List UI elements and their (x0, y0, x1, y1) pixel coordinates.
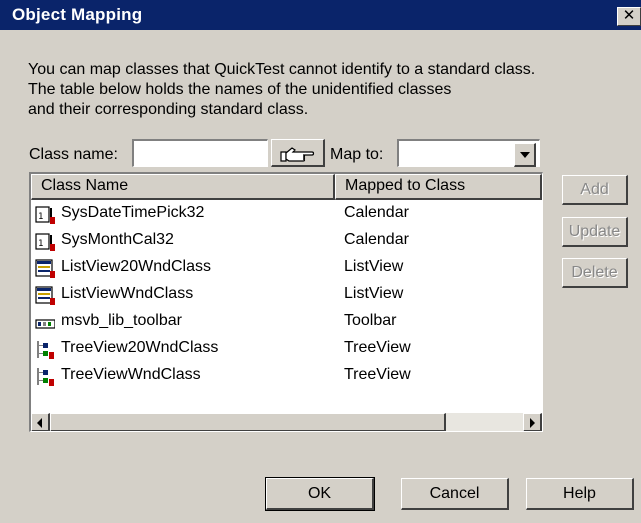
table-row[interactable]: 1 SysDateTimePick32 Calendar (31, 201, 531, 228)
column-header-class-name[interactable]: Class Name (31, 174, 335, 200)
svg-text:1: 1 (38, 239, 43, 249)
table-row[interactable]: ListViewWndClass ListView (31, 282, 531, 309)
window-title: Object Mapping (12, 5, 143, 24)
class-name-cell: SysDateTimePick32 (61, 204, 205, 221)
calendar-icon: 1 (35, 206, 55, 224)
pointing-hand-button[interactable] (271, 139, 325, 167)
scroll-left-button[interactable] (31, 413, 50, 431)
treeview-icon (37, 368, 54, 386)
pointing-hand-icon (279, 146, 314, 162)
listview-icon (35, 259, 55, 278)
object-mapping-dialog: Object Mapping ✕ You can map classes tha… (0, 0, 641, 523)
mapped-to-cell: Toolbar (344, 312, 397, 329)
calendar-icon: 1 (35, 233, 55, 251)
mapped-to-cell: TreeView (344, 366, 411, 383)
ok-button[interactable]: OK (265, 477, 375, 511)
mapped-to-cell: ListView (344, 258, 404, 275)
close-button[interactable]: ✕ (617, 7, 641, 26)
class-name-label: Class name: (29, 146, 118, 163)
class-name-input[interactable] (132, 139, 268, 167)
class-name-cell: msvb_lib_toolbar (61, 312, 182, 329)
mapped-to-cell: ListView (344, 285, 404, 302)
scroll-right-button[interactable] (523, 413, 542, 431)
class-name-cell: ListViewWndClass (61, 285, 194, 302)
description: You can map classes that QuickTest canno… (28, 60, 618, 120)
title-bar: Object Mapping ✕ (0, 0, 641, 30)
description-line-3: and their corresponding standard class. (28, 101, 309, 118)
description-line-2: The table below holds the names of the u… (28, 81, 452, 98)
class-mapping-table[interactable]: Class Name Mapped to Class 1 SysDateTimeP… (29, 172, 543, 432)
help-button[interactable]: Help (526, 478, 634, 510)
table-row[interactable]: ListView20WndClass ListView (31, 255, 531, 282)
map-to-label: Map to: (330, 146, 384, 163)
add-button[interactable]: Add (562, 175, 628, 205)
mapped-to-cell: Calendar (344, 204, 409, 221)
mapped-to-cell: Calendar (344, 231, 409, 248)
treeview-icon (37, 341, 54, 359)
table-row[interactable]: TreeViewWndClass TreeView (31, 363, 531, 390)
horizontal-scrollbar[interactable] (31, 413, 542, 431)
column-header-mapped-to[interactable]: Mapped to Class (335, 174, 542, 200)
delete-button[interactable]: Delete (562, 258, 628, 288)
scroll-thumb[interactable] (50, 413, 446, 431)
cancel-button[interactable]: Cancel (401, 478, 509, 510)
svg-text:1: 1 (38, 212, 43, 222)
class-name-cell: SysMonthCal32 (61, 231, 174, 248)
table-row[interactable]: msvb_lib_toolbar Toolbar (31, 309, 531, 336)
class-name-cell: ListView20WndClass (61, 258, 211, 275)
update-button[interactable]: Update (562, 217, 628, 247)
class-name-cell: TreeView20WndClass (61, 339, 219, 356)
table-row[interactable]: TreeView20WndClass TreeView (31, 336, 531, 363)
map-to-dropdown-button[interactable] (514, 143, 536, 167)
description-line-1: You can map classes that QuickTest canno… (28, 61, 536, 78)
listview-icon (35, 286, 55, 305)
mapped-to-cell: TreeView (344, 339, 411, 356)
toolbar-icon (35, 319, 55, 329)
table-row[interactable]: 1 SysMonthCal32 Calendar (31, 228, 531, 255)
class-name-cell: TreeViewWndClass (61, 366, 201, 383)
